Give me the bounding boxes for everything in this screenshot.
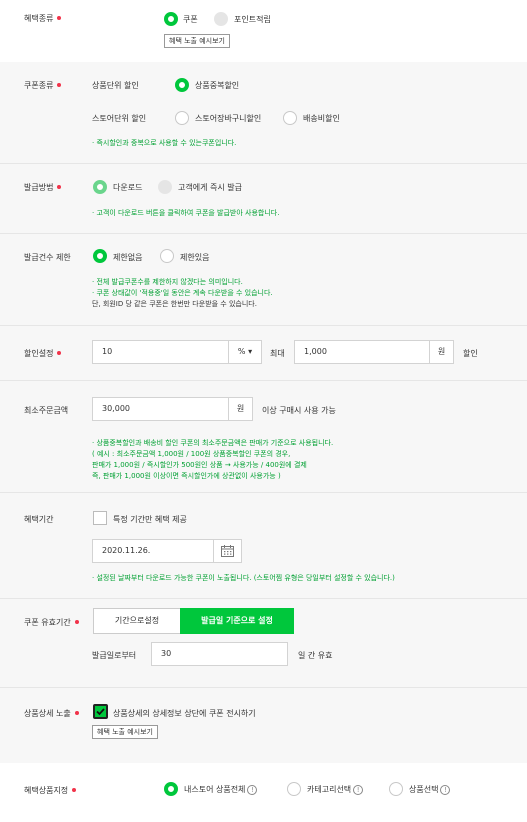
issue-method-label: 발급방법 xyxy=(24,182,62,193)
radio-shipping-discount[interactable] xyxy=(283,111,297,125)
radio-category-select-label: 카테고리선택! xyxy=(307,784,364,795)
store-cart-discount-label: 스토어장바구니할인 xyxy=(195,114,262,123)
radio-product-select[interactable] xyxy=(389,782,403,796)
discount-suffix: 할인 xyxy=(463,349,478,358)
product-unit-discount-label: 상품단위 할인 xyxy=(92,81,139,90)
divider xyxy=(0,598,527,599)
period-checkbox-label: 특정 기간만 혜택 제공 xyxy=(113,515,187,524)
validity-label: 쿠폰 유효기간 xyxy=(24,617,79,628)
divider xyxy=(0,492,527,493)
radio-product-dup-discount[interactable] xyxy=(175,78,189,92)
radio-all-store-products-label: 내스토어 상품전체! xyxy=(184,784,258,795)
calendar-button[interactable] xyxy=(213,539,242,563)
radio-no-limit-label: 제한없음 xyxy=(113,253,143,262)
radio-limited-label: 제한있음 xyxy=(180,253,210,262)
product-detail-label: 상품상세 노출 xyxy=(24,708,79,719)
required-dot xyxy=(57,82,62,87)
discount-value-input[interactable]: 10 xyxy=(92,340,229,364)
calendar-icon xyxy=(221,545,234,557)
min-order-note-4: 즉, 판매가 1,000원 이상이면 즉시할인가에 상관없이 사용가능 ) xyxy=(92,472,281,480)
issue-limit-note-1: · 전체 발급쿠폰수를 제한하지 않겠다는 의미입니다. xyxy=(92,278,243,286)
radio-coupon[interactable] xyxy=(164,12,178,26)
min-order-note-2: ( 예시 : 최소주문금액 1,000원 / 100원 상품중복할인 쿠폰의 경… xyxy=(92,450,291,458)
required-dot xyxy=(74,710,79,715)
product-detail-checkbox[interactable] xyxy=(93,704,108,719)
tab-period-setting[interactable]: 기간으로설정 xyxy=(93,608,181,634)
coupon-type-note: · 즉시할인과 중복으로 사용할 수 있는쿠폰입니다. xyxy=(92,139,237,147)
info-icon[interactable]: ! xyxy=(247,784,258,795)
radio-category-select[interactable] xyxy=(287,782,301,796)
caret-down-icon: ▾ xyxy=(248,347,253,356)
required-dot xyxy=(57,350,62,355)
max-discount-unit: 원 xyxy=(429,340,454,364)
radio-point[interactable] xyxy=(214,12,228,26)
shipping-discount-label: 배송비할인 xyxy=(303,114,340,123)
issue-limit-note-2: · 쿠폰 상태값이 '적용중'일 동안은 계속 다운받을 수 있습니다. xyxy=(92,289,273,297)
max-label: 최대 xyxy=(270,349,285,358)
radio-product-select-label: 상품선택! xyxy=(409,784,451,795)
product-detail-checkbox-label: 상품상세의 상세정보 상단에 쿠폰 전시하기 xyxy=(113,709,256,718)
valid-days-input[interactable]: 30 xyxy=(151,642,288,666)
benefit-type-label: 혜택종류 xyxy=(24,13,62,24)
min-order-note-1: · 상품중복할인과 배송비 할인 쿠폰의 최소주문금액은 판매가 기준으로 사용… xyxy=(92,439,334,447)
info-icon[interactable]: ! xyxy=(353,784,364,795)
divider xyxy=(0,163,527,164)
issue-limit-note-3: 단, 회원ID 당 같은 쿠폰은 한번만 다운받을 수 있습니다. xyxy=(92,300,257,308)
radio-all-store-products[interactable] xyxy=(164,782,178,796)
store-unit-discount-label: 스토어단위 할인 xyxy=(92,114,147,123)
radio-download[interactable] xyxy=(93,180,107,194)
radio-download-label: 다운로드 xyxy=(113,183,143,192)
min-order-suffix: 이상 구매시 사용 가능 xyxy=(262,406,336,415)
radio-store-cart-discount[interactable] xyxy=(175,111,189,125)
product-detail-preview-button[interactable]: 혜택 노출 예시보기 xyxy=(92,725,158,739)
max-discount-input[interactable]: 1,000 xyxy=(294,340,430,364)
valid-days-suffix: 일 간 유효 xyxy=(298,651,333,660)
tab-issue-date-setting[interactable]: 발급일 기준으로 설정 xyxy=(180,608,294,634)
min-order-unit: 원 xyxy=(228,397,253,421)
radio-instant-issue[interactable] xyxy=(158,180,172,194)
min-order-note-3: 판매가 1,000원 / 즉시할인가 500원인 상품 → 사용가능 / 400… xyxy=(92,461,307,469)
required-dot xyxy=(57,15,62,20)
benefit-period-note: · 설정된 날짜부터 다운로드 가능한 쿠폰이 노출됩니다. (스토어찜 유형은… xyxy=(92,574,395,582)
benefit-preview-button[interactable]: 혜택 노출 예시보기 xyxy=(164,34,230,48)
radio-point-label: 포인트적립 xyxy=(234,15,271,24)
info-icon[interactable]: ! xyxy=(440,784,451,795)
required-dot xyxy=(57,184,62,189)
period-checkbox[interactable] xyxy=(93,511,107,525)
from-issue-label: 발급일로부터 xyxy=(92,651,137,660)
discount-label: 할인설정 xyxy=(24,348,62,359)
discount-unit-select[interactable]: % ▾ xyxy=(228,340,262,364)
issue-method-note: · 고객이 다운로드 버튼을 클릭하여 쿠폰을 발급받아 사용합니다. xyxy=(92,209,280,217)
radio-instant-issue-label: 고객에게 즉시 발급 xyxy=(178,183,242,192)
radio-limited[interactable] xyxy=(160,249,174,263)
product-dup-discount-label: 상품중복할인 xyxy=(195,81,240,90)
divider xyxy=(0,687,527,688)
divider xyxy=(0,380,527,381)
required-dot xyxy=(74,619,79,624)
required-dot xyxy=(72,787,77,792)
benefit-period-label: 혜택기간 xyxy=(24,515,54,524)
coupon-type-label: 쿠폰종류 xyxy=(24,80,62,91)
min-order-input[interactable]: 30,000 xyxy=(92,397,229,421)
divider xyxy=(0,233,527,234)
radio-no-limit[interactable] xyxy=(93,249,107,263)
min-order-label: 최소주문금액 xyxy=(24,406,69,415)
target-label: 혜택상품지정 xyxy=(24,785,77,796)
period-date-input[interactable]: 2020.11.26. xyxy=(92,539,214,563)
radio-coupon-label: 쿠폰 xyxy=(183,15,198,24)
checkmark-icon xyxy=(96,708,105,716)
issue-limit-label: 발급건수 제한 xyxy=(24,253,71,262)
divider xyxy=(0,325,527,326)
